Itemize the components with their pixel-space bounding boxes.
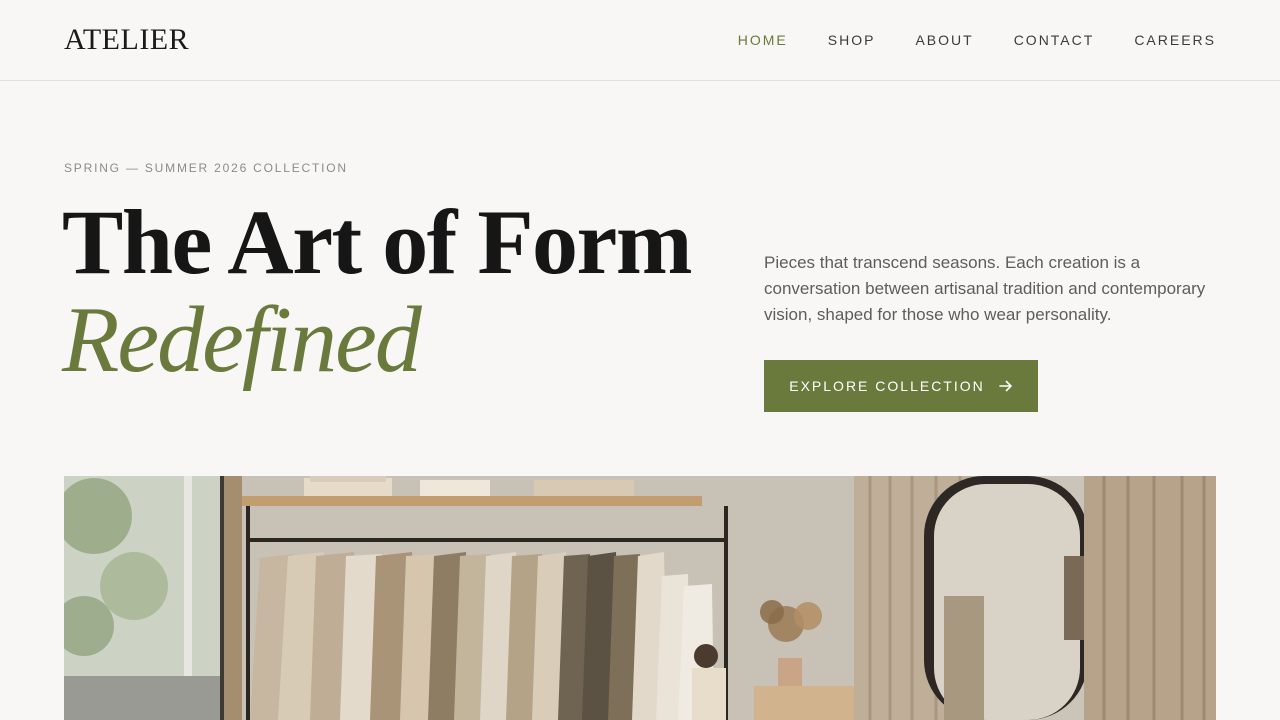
hero-description: Pieces that transcend seasons. Each crea… (764, 253, 1206, 324)
nav-item-about[interactable]: ABOUT (915, 31, 973, 49)
brand-logo[interactable]: ATELIER (64, 24, 189, 56)
nav-item-careers[interactable]: CAREERS (1134, 31, 1216, 49)
boutique-interior-photo (64, 476, 1216, 720)
nav-item-shop[interactable]: SHOP (828, 31, 876, 49)
boutique-illustration (64, 476, 1216, 720)
hero-title: The Art of Form (62, 191, 693, 293)
collection-eyebrow: SPRING — SUMMER 2026 COLLECTION (64, 161, 348, 175)
nav-item-home[interactable]: HOME (738, 31, 788, 49)
arrow-right-icon (998, 380, 1012, 392)
explore-collection-label: EXPLORE COLLECTION (789, 378, 985, 394)
main-nav: HOME SHOP ABOUT CONTACT CAREERS (738, 31, 1216, 49)
explore-collection-button[interactable]: EXPLORE COLLECTION (764, 360, 1038, 412)
nav-item-contact[interactable]: CONTACT (1014, 31, 1095, 49)
hero-title-accent: Redefined (62, 288, 422, 392)
site-header: ATELIER HOME SHOP ABOUT CONTACT CAREERS (0, 0, 1280, 81)
